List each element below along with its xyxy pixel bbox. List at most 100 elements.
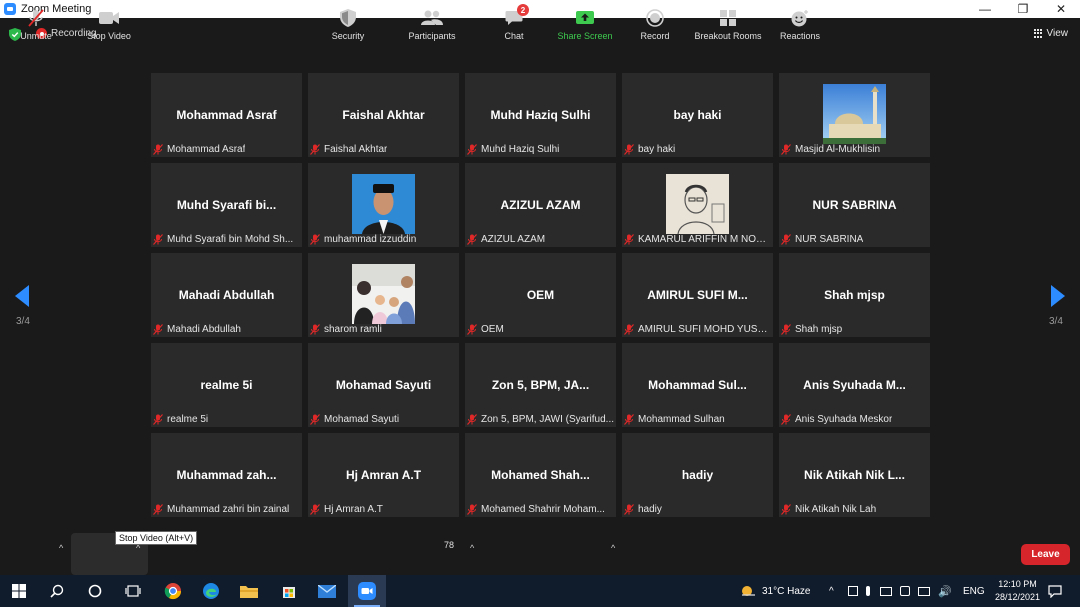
reactions-button[interactable]: Reactions — [776, 0, 824, 46]
participant-display-name: realme 5i — [200, 378, 253, 392]
participant-tile[interactable]: muhammad izzuddin — [308, 163, 459, 247]
share-screen-icon — [574, 8, 596, 28]
taskbar-clock[interactable]: 12:10 PM 28/12/2021 — [995, 578, 1040, 604]
participant-tile[interactable]: AMIRUL SUFI M... AMIRUL SUFI MOHD YUSO... — [622, 253, 773, 337]
unmute-button[interactable]: Unmute — [14, 0, 58, 46]
participant-display-name: Mohammad Sul... — [648, 378, 747, 392]
participant-tile[interactable]: OEM OEM — [465, 253, 616, 337]
participant-tile[interactable]: KAMARUL ARIFFIN M NOO... — [622, 163, 773, 247]
participant-tile[interactable]: Zon 5, BPM, JA... Zon 5, BPM, JAWI (Syari… — [465, 343, 616, 427]
participant-nameplate: muhammad izzuddin — [310, 233, 457, 245]
volume-icon[interactable]: 🔊 — [938, 585, 952, 598]
participant-name: muhammad izzuddin — [324, 233, 417, 245]
breakout-rooms-button[interactable]: Breakout Rooms — [690, 0, 766, 46]
weather-widget[interactable]: 31°C Haze — [740, 575, 810, 607]
participant-tile[interactable]: AZIZUL AZAM AZIZUL AZAM — [465, 163, 616, 247]
microphone-icon[interactable] — [866, 586, 870, 596]
record-icon — [644, 8, 666, 28]
grid-view-icon — [1033, 29, 1043, 38]
participant-nameplate: bay haki — [624, 143, 771, 155]
participant-tile[interactable]: Muhammad zah... Muhammad zahri bin zainal — [151, 433, 302, 517]
participant-name: Mohamed Shahrir Moham... — [481, 503, 605, 515]
participant-tile[interactable]: Mohammad Asraf Mohammad Asraf — [151, 73, 302, 157]
muted-mic-icon — [624, 413, 638, 425]
muted-mic-icon — [781, 503, 795, 515]
network-icon[interactable] — [918, 586, 930, 596]
file-explorer-icon[interactable] — [230, 575, 268, 607]
stop-video-label: Stop Video — [87, 31, 131, 41]
previous-page-arrow-icon[interactable] — [15, 285, 29, 307]
windows-taskbar: 31°C Haze ^ 🔊 ENG 12:10 PM 28/12/2021 — [0, 575, 1080, 607]
close-button[interactable]: ✕ — [1042, 0, 1080, 18]
view-label: View — [1046, 28, 1069, 39]
participant-photo — [352, 264, 415, 324]
participant-display-name: Shah mjsp — [824, 288, 885, 302]
chrome-icon[interactable] — [154, 575, 192, 607]
muted-mic-icon — [153, 233, 167, 245]
stop-video-button[interactable]: Stop Video — [78, 0, 140, 46]
record-button[interactable]: Record — [634, 0, 676, 46]
mail-icon[interactable] — [308, 575, 346, 607]
participant-tile[interactable]: Hj Amran A.T Hj Amran A.T — [308, 433, 459, 517]
participants-options-chevron-icon[interactable]: ^ — [470, 543, 474, 553]
participants-button[interactable]: Participants — [401, 0, 463, 46]
participant-name: Muhd Haziq Sulhi — [481, 143, 560, 155]
audio-options-chevron-icon[interactable]: ^ — [59, 543, 63, 553]
participant-display-name: Muhd Syarafi bi... — [176, 198, 277, 212]
next-page-arrow-icon[interactable] — [1051, 285, 1065, 307]
restore-button[interactable]: ❐ — [1004, 0, 1042, 18]
participant-tile[interactable]: sharom ramli — [308, 253, 459, 337]
start-windows-icon[interactable] — [0, 575, 38, 607]
notifications-icon[interactable] — [1040, 575, 1070, 607]
participant-tile[interactable]: Anis Syuhada M... Anis Syuhada Meskor — [779, 343, 930, 427]
participant-tile[interactable]: Mohammad Sul... Mohammad Sulhan — [622, 343, 773, 427]
participant-nameplate: Zon 5, BPM, JAWI (Syarifud... — [467, 413, 614, 425]
participant-tile[interactable]: Muhd Syarafi bi... Muhd Syarafi bin Mohd … — [151, 163, 302, 247]
bluetooth-icon[interactable] — [900, 586, 910, 596]
share-screen-label: Share Screen — [557, 31, 613, 41]
muted-mic-icon — [310, 143, 324, 155]
security-button[interactable]: Security — [326, 0, 370, 46]
zoom-taskbar-icon[interactable] — [348, 575, 386, 607]
language-indicator[interactable]: ENG — [963, 575, 985, 607]
view-button[interactable]: View — [1033, 28, 1069, 39]
participant-tile[interactable]: Muhd Haziq Sulhi Muhd Haziq Sulhi — [465, 73, 616, 157]
participants-icon — [421, 8, 443, 28]
participant-name: Mohammad Asraf — [167, 143, 246, 155]
tray-app-icon[interactable] — [848, 586, 858, 596]
edge-icon[interactable] — [192, 575, 230, 607]
participant-nameplate: Hj Amran A.T — [310, 503, 457, 515]
participant-tile[interactable]: NUR SABRINA NUR SABRINA — [779, 163, 930, 247]
muted-mic-icon — [153, 413, 167, 425]
participant-tile[interactable]: Shah mjsp Shah mjsp — [779, 253, 930, 337]
participant-tile[interactable]: Mahadi Abdullah Mahadi Abdullah — [151, 253, 302, 337]
participant-nameplate: hadiy — [624, 503, 771, 515]
cortana-circle-icon[interactable] — [76, 575, 114, 607]
participant-tile[interactable]: Masjid Al-Mukhlisin — [779, 73, 930, 157]
participant-tile[interactable]: Faishal Akhtar Faishal Akhtar — [308, 73, 459, 157]
participant-tile[interactable]: Mohamed Shah... Mohamed Shahrir Moham... — [465, 433, 616, 517]
participant-tile[interactable]: realme 5i realme 5i — [151, 343, 302, 427]
participant-name: sharom ramli — [324, 323, 382, 335]
participant-tile[interactable]: Mohamad Sayuti Mohamad Sayuti — [308, 343, 459, 427]
participant-name: bay haki — [638, 143, 676, 155]
participant-nameplate: Muhammad zahri bin zainal — [153, 503, 300, 515]
show-hidden-icons-chevron-icon[interactable]: ^ — [829, 575, 834, 607]
participant-tile[interactable]: Nik Atikah Nik L... Nik Atikah Nik Lah — [779, 433, 930, 517]
minimize-button[interactable]: — — [966, 0, 1004, 18]
share-options-chevron-icon[interactable]: ^ — [611, 543, 615, 553]
muted-mic-icon — [153, 323, 167, 335]
participant-display-name: Faishal Akhtar — [342, 108, 425, 122]
search-icon[interactable] — [38, 575, 76, 607]
task-view-icon[interactable] — [114, 575, 152, 607]
printer-icon[interactable] — [880, 586, 892, 596]
microsoft-store-icon[interactable] — [270, 575, 308, 607]
leave-button[interactable]: Leave — [1021, 544, 1070, 565]
share-screen-button[interactable]: Share Screen — [554, 0, 616, 46]
participant-tile[interactable]: bay haki bay haki — [622, 73, 773, 157]
participant-name: Mahadi Abdullah — [167, 323, 241, 335]
chat-button[interactable]: 2 Chat — [494, 0, 534, 46]
participant-display-name: Muhd Haziq Sulhi — [490, 108, 591, 122]
participant-tile[interactable]: hadiy hadiy — [622, 433, 773, 517]
participant-nameplate: AMIRUL SUFI MOHD YUSO... — [624, 323, 771, 335]
